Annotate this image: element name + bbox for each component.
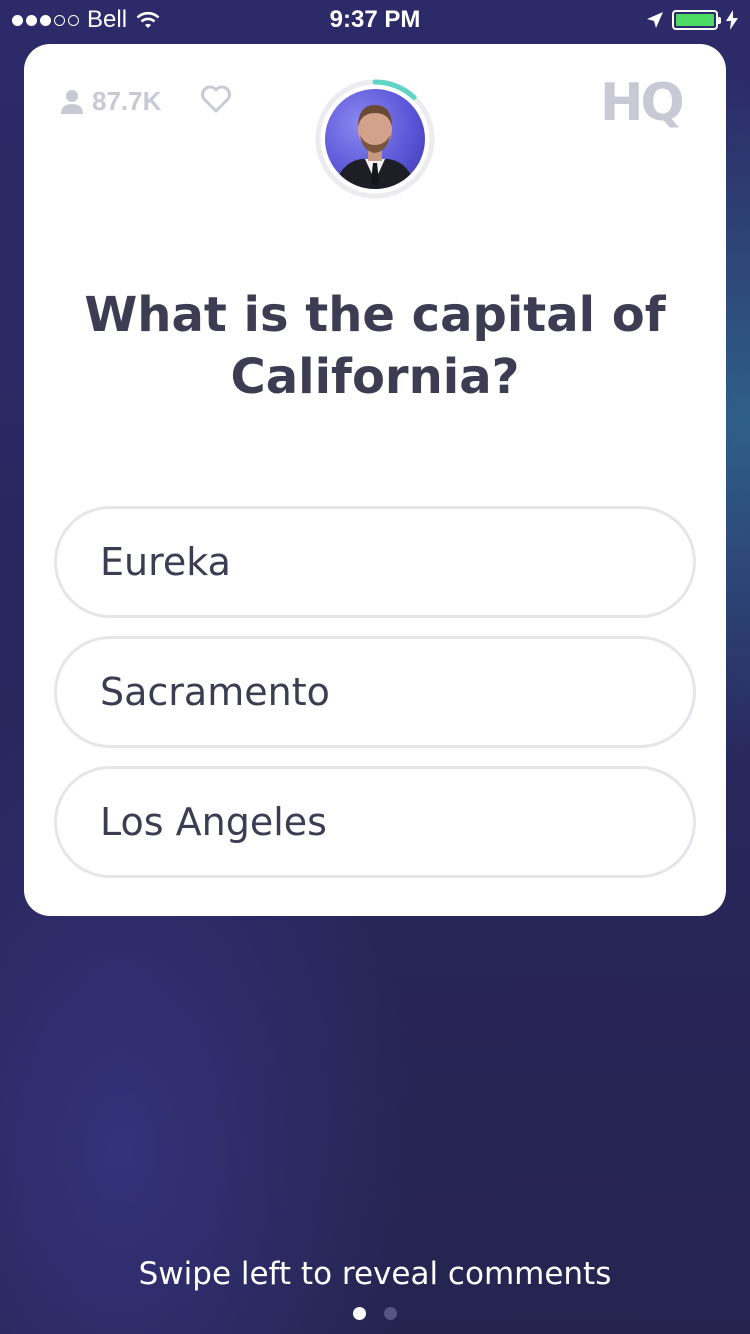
swipe-hint: Swipe left to reveal comments <box>138 1256 612 1292</box>
battery-fill <box>676 14 714 26</box>
status-bar: Bell 9:37 PM <box>0 0 750 40</box>
heart-icon[interactable] <box>200 84 232 114</box>
wifi-icon <box>136 11 160 28</box>
answer-list: Eureka Sacramento Los Angeles <box>54 506 696 896</box>
battery-icon <box>672 10 721 30</box>
page-indicator[interactable] <box>0 1307 750 1320</box>
person-icon <box>61 89 83 114</box>
hq-logo: HQ <box>600 74 686 133</box>
host-avatar-timer <box>315 79 435 199</box>
hq-logo-text: HQ <box>600 74 683 133</box>
page-dot-1[interactable] <box>353 1307 366 1320</box>
viewer-count-label: 87.7K <box>92 86 162 116</box>
status-bar-left: Bell <box>12 6 161 34</box>
carrier-label: Bell <box>87 6 128 33</box>
signal-icon <box>12 14 79 26</box>
answer-option[interactable]: Sacramento <box>54 636 696 748</box>
question-text: What is the capital of California? <box>84 287 666 405</box>
avatar <box>325 89 425 189</box>
charging-bolt-icon <box>726 10 738 30</box>
viewer-count: 87.7K <box>60 86 161 117</box>
status-bar-right <box>646 10 738 30</box>
page-dot-2[interactable] <box>384 1307 397 1320</box>
answer-option[interactable]: Eureka <box>54 506 696 618</box>
answer-option[interactable]: Los Angeles <box>54 766 696 878</box>
host-portrait <box>335 105 415 189</box>
location-arrow-icon <box>647 12 663 28</box>
question-card: 87.7K HQ What is the capital of Californ… <box>24 44 726 916</box>
